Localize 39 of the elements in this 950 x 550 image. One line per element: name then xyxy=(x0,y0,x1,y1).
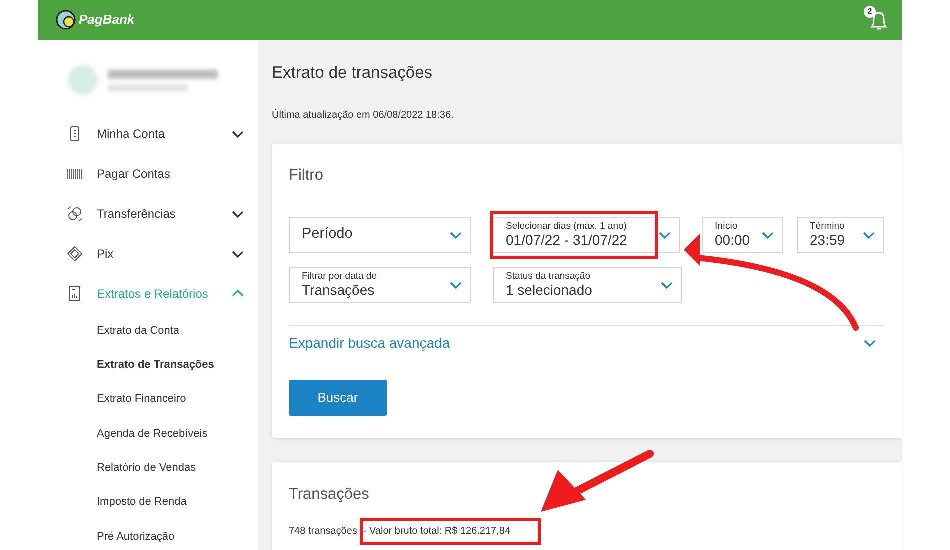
select-field[interactable]: Filtrar por data de Transações xyxy=(289,267,471,303)
chevron-icon xyxy=(863,230,875,240)
sidebar-item[interactable]: Minha Conta xyxy=(38,114,258,154)
select-field[interactable]: Status da transação 1 selecionado xyxy=(493,267,682,303)
submenu-item[interactable]: Extrato Financeiro xyxy=(38,382,258,417)
sidebar-item[interactable]: Pix xyxy=(38,234,258,274)
submenu-item[interactable]: Relatório de Vendas xyxy=(38,451,258,486)
advanced-search-toggle[interactable]: Expandir busca avançada xyxy=(289,326,884,360)
blurred-avatar xyxy=(68,65,98,95)
select-field[interactable]: Selecionar dias (máx. 1 ano) 01/07/22 - 31/07/22 xyxy=(493,217,680,253)
transactions-title: Transações xyxy=(289,485,370,505)
submenu-item[interactable]: Extrato de Transações xyxy=(38,348,258,383)
document-icon xyxy=(67,286,83,302)
sidebar-item[interactable]: Transferências xyxy=(38,194,258,234)
submenu-item[interactable]: Imposto de Renda xyxy=(38,485,258,520)
filter-title: Filtro xyxy=(289,166,324,186)
chevron-icon xyxy=(450,230,462,240)
notification-badge: 2 xyxy=(864,6,876,18)
submenu-item[interactable]: Extrato da Conta xyxy=(38,314,258,348)
chevron-icon xyxy=(659,230,671,240)
chevron-icon xyxy=(762,230,774,240)
transactions-count: 748 transações xyxy=(289,525,358,540)
chevron-icon xyxy=(661,280,673,290)
coins-icon xyxy=(67,206,83,222)
diamond-icon xyxy=(67,246,83,262)
search-button[interactable]: Buscar xyxy=(289,380,387,416)
page-title: Extrato de transações xyxy=(272,63,434,84)
barcode-icon xyxy=(67,166,83,182)
total-value-text: - Valor bruto total: R$ 126.217,84 xyxy=(363,526,511,538)
chevron-icon xyxy=(450,280,462,290)
logo-icon xyxy=(56,10,76,30)
submenu-item[interactable]: Agenda de Recebíveis xyxy=(38,416,258,452)
logo-text: PagBank xyxy=(79,11,135,30)
select-field[interactable]: Período xyxy=(289,217,471,253)
sidebar-item[interactable]: Pagar Contas xyxy=(38,154,258,194)
select-field[interactable]: Término 23:59 xyxy=(797,217,884,253)
select-field[interactable]: Início 00:00 xyxy=(702,217,783,253)
last-update-text: Última atualização em 06/08/2022 18:36. xyxy=(272,108,455,123)
submenu-item[interactable]: Pré Autorização xyxy=(38,520,258,550)
